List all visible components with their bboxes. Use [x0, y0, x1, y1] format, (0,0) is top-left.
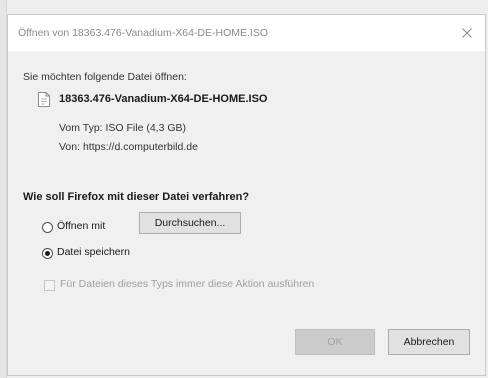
file-name: 18363.476-Vanadium-X64-DE-HOME.ISO	[59, 93, 268, 105]
file-source: Von: https://d.computerbild.de	[59, 141, 198, 153]
open-with-label[interactable]: Öffnen mit	[57, 220, 105, 232]
always-do-this-label[interactable]: Für Dateien dieses Typs immer diese Akti…	[60, 278, 314, 290]
close-icon	[462, 28, 472, 38]
file-type: Vom Typ: ISO File (4,3 GB)	[59, 122, 187, 134]
ok-button[interactable]: OK	[295, 329, 375, 355]
download-dialog: Öffnen von 18363.476-Vanadium-X64-DE-HOM…	[7, 14, 486, 376]
background-window-edge	[0, 0, 7, 378]
dialog-titlebar: Öffnen von 18363.476-Vanadium-X64-DE-HOM…	[8, 15, 485, 51]
cancel-button[interactable]: Abbrechen	[388, 329, 470, 355]
save-file-radio[interactable]	[42, 248, 53, 259]
always-do-this-checkbox[interactable]	[44, 280, 55, 291]
save-file-label[interactable]: Datei speichern	[57, 246, 130, 258]
file-icon	[38, 92, 50, 107]
browse-button[interactable]: Durchsuchen...	[139, 212, 241, 234]
open-with-radio[interactable]	[42, 222, 53, 233]
close-button[interactable]	[455, 21, 479, 45]
action-question: Wie soll Firefox mit dieser Datei verfah…	[23, 191, 250, 203]
intro-text: Sie möchten folgende Datei öffnen:	[23, 71, 187, 83]
dialog-title: Öffnen von 18363.476-Vanadium-X64-DE-HOM…	[18, 27, 268, 39]
